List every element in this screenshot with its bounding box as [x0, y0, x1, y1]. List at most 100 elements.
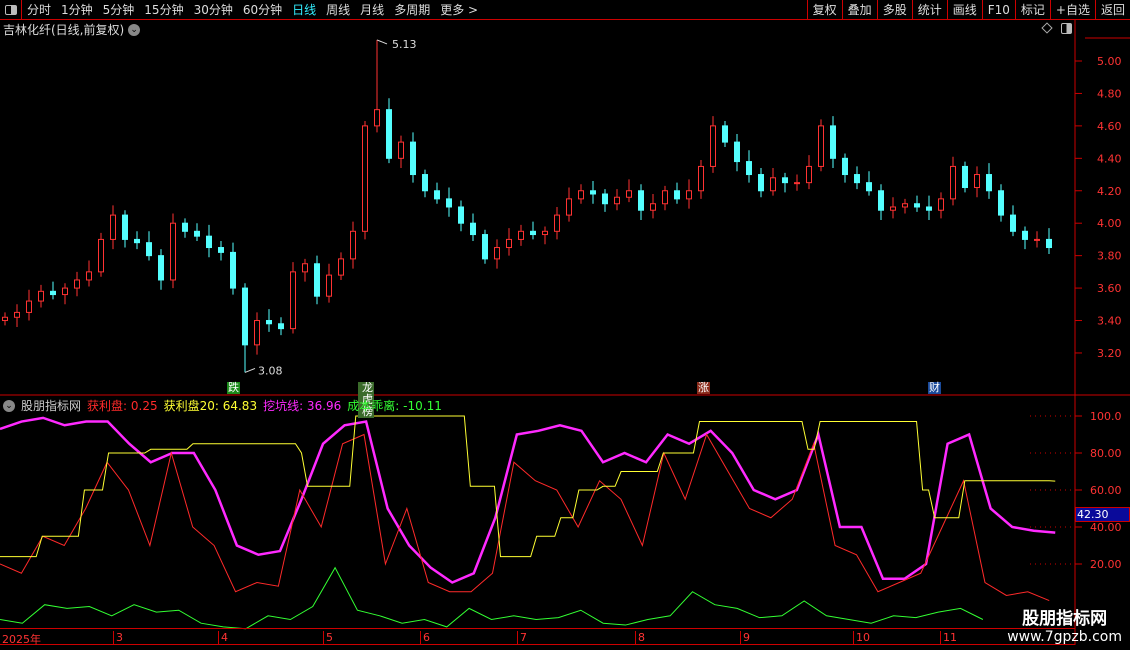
- candle-body: [206, 235, 212, 249]
- candle-body: [758, 174, 764, 192]
- candle-body: [518, 230, 524, 240]
- period-tab[interactable]: 5分钟: [98, 1, 140, 18]
- toolbar-button[interactable]: 多股: [876, 0, 912, 20]
- candle-body: [566, 198, 572, 216]
- legend-profit: 获利盘: 0.25: [87, 399, 158, 413]
- candle-body: [638, 190, 644, 211]
- candle-body: [314, 263, 320, 297]
- candle-body: [590, 190, 596, 195]
- legend-pit-line: 挖坑线: 36.96: [263, 399, 342, 413]
- candle-body: [794, 182, 800, 185]
- indicator-name[interactable]: 股朋指标网: [21, 397, 81, 414]
- candle-body: [650, 203, 656, 211]
- candle-body: [290, 271, 296, 330]
- chevron-down-icon[interactable]: ⌄: [128, 23, 141, 36]
- candle-body: [902, 203, 908, 208]
- legend-profit20: 获利盘20: 64.83: [163, 399, 258, 413]
- candle-body: [86, 271, 92, 281]
- candle-body: [974, 174, 980, 189]
- toolbar-button[interactable]: 复权: [806, 0, 842, 20]
- candle-body: [422, 174, 428, 192]
- date-label: 11: [940, 631, 957, 645]
- toolbar-button[interactable]: 统计: [911, 0, 947, 20]
- candle-body: [326, 274, 332, 297]
- ind-axis-label: 20.00: [1090, 558, 1122, 571]
- period-tab[interactable]: 30分钟: [189, 1, 238, 18]
- candle-body: [746, 161, 752, 176]
- price-axis-label: 3.20: [1097, 347, 1122, 360]
- candle-body: [722, 125, 728, 143]
- candle-body: [182, 222, 188, 232]
- candle-body: [1022, 230, 1028, 240]
- candle-body: [962, 165, 968, 189]
- candle-body: [614, 196, 620, 205]
- toolbar-button[interactable]: 标记: [1014, 0, 1050, 20]
- period-tab[interactable]: 月线: [355, 1, 389, 18]
- candle-body: [866, 182, 872, 192]
- candle-body: [530, 230, 536, 236]
- candle-body: [278, 323, 284, 330]
- panel-icon: [4, 4, 17, 15]
- chevron-down-icon[interactable]: ⌄: [3, 399, 15, 412]
- candle-body: [542, 230, 548, 236]
- candle-body: [950, 165, 956, 200]
- candle-body: [218, 247, 224, 253]
- candle-body: [878, 190, 884, 211]
- current-value-badge: 42.30: [1075, 507, 1130, 522]
- price-axis-label: 4.40: [1097, 152, 1122, 165]
- ind-axis-label: 80.00: [1090, 447, 1122, 460]
- candle-body: [146, 242, 152, 257]
- date-label: 7: [517, 631, 527, 645]
- period-tab[interactable]: 多周期: [389, 1, 435, 18]
- candle-body: [626, 190, 632, 198]
- marker-finance[interactable]: 财: [928, 382, 941, 394]
- period-tab[interactable]: 周线: [321, 1, 355, 18]
- candle-body: [122, 214, 128, 240]
- panel-toggle-icon[interactable]: [1061, 23, 1072, 34]
- candle-body: [578, 190, 584, 200]
- candle-body: [158, 255, 164, 281]
- candle-body: [1034, 238, 1040, 241]
- indicator-header: ⌄ 股朋指标网 获利盘: 0.25 获利盘20: 64.83 挖坑线: 36.9…: [3, 397, 442, 414]
- candle-body: [1010, 214, 1016, 232]
- date-label: 8: [635, 631, 645, 645]
- date-label: 9: [740, 631, 750, 645]
- candle-body: [986, 174, 992, 192]
- candle-body: [674, 190, 680, 200]
- watermark: 股朋指标网 www.7gpzb.com: [1007, 604, 1122, 645]
- marker-fall[interactable]: 跌: [227, 382, 240, 394]
- toolbar-button[interactable]: 画线: [946, 0, 982, 20]
- series-line-挖坑线: [0, 416, 1056, 584]
- candle-body: [26, 300, 32, 313]
- period-tab[interactable]: 15分钟: [139, 1, 188, 18]
- candle-body: [698, 165, 704, 192]
- panel-toggle-button[interactable]: [0, 0, 22, 20]
- candle-body: [134, 238, 140, 244]
- series-line-成本乖离: [0, 566, 984, 630]
- period-tab[interactable]: 1分钟: [56, 1, 98, 18]
- period-tab[interactable]: 日线: [287, 1, 321, 18]
- candle-body: [62, 287, 68, 296]
- price-axis-label: 3.80: [1097, 250, 1122, 263]
- candle-body: [458, 206, 464, 224]
- toolbar-button[interactable]: F10: [981, 0, 1015, 20]
- period-tab[interactable]: 更多 >: [435, 1, 483, 18]
- toolbar-button[interactable]: 叠加: [841, 0, 877, 20]
- price-axis-label: 4.00: [1097, 217, 1122, 230]
- legend-cost-deviation: 成本乖离: -10.11: [347, 399, 442, 413]
- candle-body: [938, 198, 944, 211]
- date-label: 3: [113, 631, 123, 645]
- candle-body: [1046, 238, 1052, 249]
- toolbar-button[interactable]: +自选: [1049, 0, 1095, 20]
- candle-body: [602, 193, 608, 205]
- period-tab[interactable]: 分时: [22, 1, 56, 18]
- toolbar-button[interactable]: 返回: [1094, 0, 1130, 20]
- candle-body: [506, 238, 512, 249]
- candle-body: [194, 230, 200, 237]
- period-tab[interactable]: 60分钟: [238, 1, 287, 18]
- candle-body: [170, 222, 176, 281]
- chart-canvas[interactable]: 5.00 4.80 4.60 4.40 4.20 4.00 3.80 3.60 3.40 3.20…: [0, 0, 1130, 650]
- stock-title[interactable]: 吉林化纤(日线,前复权) ⌄: [3, 21, 141, 38]
- marker-rise[interactable]: 涨: [697, 382, 710, 394]
- candle-body: [734, 141, 740, 163]
